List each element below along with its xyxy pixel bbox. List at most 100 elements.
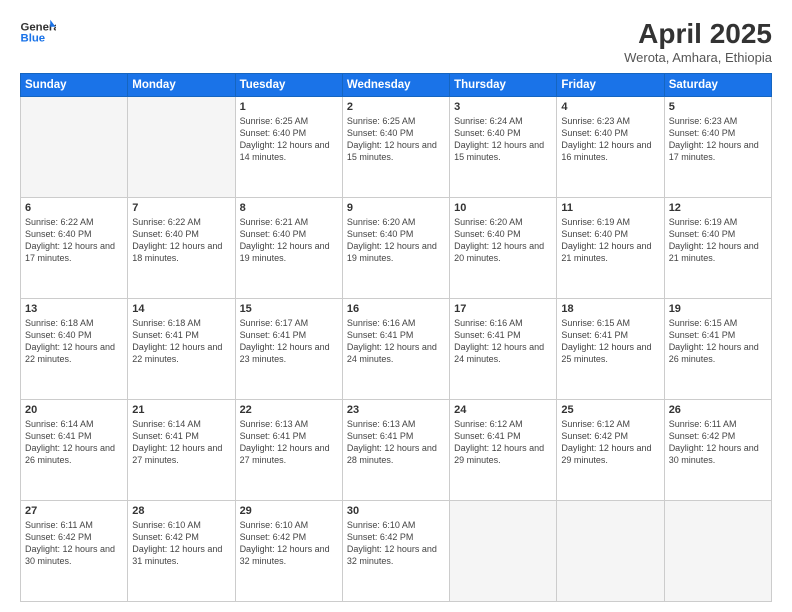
day-number: 24 xyxy=(454,404,552,416)
week-row-3: 20 Sunrise: 6:14 AMSunset: 6:41 PMDayligh… xyxy=(21,400,772,501)
cell-info: Sunrise: 6:20 AMSunset: 6:40 PMDaylight:… xyxy=(454,216,552,265)
cell-info: Sunrise: 6:16 AMSunset: 6:41 PMDaylight:… xyxy=(454,317,552,366)
calendar-cell: 29 Sunrise: 6:10 AMSunset: 6:42 PMDayligh… xyxy=(235,501,342,602)
cell-info: Sunrise: 6:18 AMSunset: 6:40 PMDaylight:… xyxy=(25,317,123,366)
day-number: 6 xyxy=(25,202,123,214)
cell-info: Sunrise: 6:13 AMSunset: 6:41 PMDaylight:… xyxy=(347,418,445,467)
cell-info: Sunrise: 6:10 AMSunset: 6:42 PMDaylight:… xyxy=(132,519,230,568)
day-number: 11 xyxy=(561,202,659,214)
day-number: 29 xyxy=(240,505,338,517)
svg-text:Blue: Blue xyxy=(21,33,46,45)
calendar-cell: 8 Sunrise: 6:21 AMSunset: 6:40 PMDaylight… xyxy=(235,198,342,299)
header: General Blue April 2025 Werota, Amhara, … xyxy=(20,18,772,65)
day-number: 22 xyxy=(240,404,338,416)
cell-info: Sunrise: 6:11 AMSunset: 6:42 PMDaylight:… xyxy=(25,519,123,568)
week-row-0: 1 Sunrise: 6:25 AMSunset: 6:40 PMDaylight… xyxy=(21,97,772,198)
calendar-cell: 21 Sunrise: 6:14 AMSunset: 6:41 PMDayligh… xyxy=(128,400,235,501)
day-number: 27 xyxy=(25,505,123,517)
calendar-cell: 19 Sunrise: 6:15 AMSunset: 6:41 PMDayligh… xyxy=(664,299,771,400)
day-header-row: SundayMondayTuesdayWednesdayThursdayFrid… xyxy=(21,74,772,97)
col-header-thursday: Thursday xyxy=(450,74,557,97)
page: General Blue April 2025 Werota, Amhara, … xyxy=(0,0,792,612)
day-number: 16 xyxy=(347,303,445,315)
month-title: April 2025 xyxy=(624,18,772,50)
calendar: SundayMondayTuesdayWednesdayThursdayFrid… xyxy=(20,73,772,602)
day-number: 19 xyxy=(669,303,767,315)
day-number: 4 xyxy=(561,101,659,113)
day-number: 20 xyxy=(25,404,123,416)
cell-info: Sunrise: 6:15 AMSunset: 6:41 PMDaylight:… xyxy=(669,317,767,366)
calendar-cell: 2 Sunrise: 6:25 AMSunset: 6:40 PMDaylight… xyxy=(342,97,449,198)
cell-info: Sunrise: 6:15 AMSunset: 6:41 PMDaylight:… xyxy=(561,317,659,366)
col-header-saturday: Saturday xyxy=(664,74,771,97)
day-number: 28 xyxy=(132,505,230,517)
day-number: 5 xyxy=(669,101,767,113)
cell-info: Sunrise: 6:16 AMSunset: 6:41 PMDaylight:… xyxy=(347,317,445,366)
day-number: 10 xyxy=(454,202,552,214)
calendar-cell: 17 Sunrise: 6:16 AMSunset: 6:41 PMDayligh… xyxy=(450,299,557,400)
calendar-cell: 22 Sunrise: 6:13 AMSunset: 6:41 PMDayligh… xyxy=(235,400,342,501)
week-row-2: 13 Sunrise: 6:18 AMSunset: 6:40 PMDayligh… xyxy=(21,299,772,400)
col-header-sunday: Sunday xyxy=(21,74,128,97)
calendar-cell: 1 Sunrise: 6:25 AMSunset: 6:40 PMDaylight… xyxy=(235,97,342,198)
calendar-cell: 24 Sunrise: 6:12 AMSunset: 6:41 PMDayligh… xyxy=(450,400,557,501)
col-header-friday: Friday xyxy=(557,74,664,97)
week-row-1: 6 Sunrise: 6:22 AMSunset: 6:40 PMDaylight… xyxy=(21,198,772,299)
day-number: 18 xyxy=(561,303,659,315)
cell-info: Sunrise: 6:22 AMSunset: 6:40 PMDaylight:… xyxy=(25,216,123,265)
calendar-cell: 4 Sunrise: 6:23 AMSunset: 6:40 PMDaylight… xyxy=(557,97,664,198)
calendar-cell: 18 Sunrise: 6:15 AMSunset: 6:41 PMDayligh… xyxy=(557,299,664,400)
cell-info: Sunrise: 6:19 AMSunset: 6:40 PMDaylight:… xyxy=(669,216,767,265)
cell-info: Sunrise: 6:10 AMSunset: 6:42 PMDaylight:… xyxy=(240,519,338,568)
cell-info: Sunrise: 6:10 AMSunset: 6:42 PMDaylight:… xyxy=(347,519,445,568)
calendar-cell: 30Sunrise: 6:10 AMSunset: 6:42 PMDayligh… xyxy=(342,501,449,602)
cell-info: Sunrise: 6:11 AMSunset: 6:42 PMDaylight:… xyxy=(669,418,767,467)
day-number: 3 xyxy=(454,101,552,113)
calendar-cell: 26Sunrise: 6:11 AMSunset: 6:42 PMDayligh… xyxy=(664,400,771,501)
calendar-cell: 20Sunrise: 6:14 AMSunset: 6:41 PMDayligh… xyxy=(21,400,128,501)
cell-info: Sunrise: 6:25 AMSunset: 6:40 PMDaylight:… xyxy=(240,115,338,164)
cell-info: Sunrise: 6:18 AMSunset: 6:41 PMDaylight:… xyxy=(132,317,230,366)
col-header-wednesday: Wednesday xyxy=(342,74,449,97)
calendar-cell: 5 Sunrise: 6:23 AMSunset: 6:40 PMDaylight… xyxy=(664,97,771,198)
day-number: 25 xyxy=(561,404,659,416)
cell-info: Sunrise: 6:23 AMSunset: 6:40 PMDaylight:… xyxy=(669,115,767,164)
location-subtitle: Werota, Amhara, Ethiopia xyxy=(624,50,772,65)
day-number: 15 xyxy=(240,303,338,315)
day-number: 23 xyxy=(347,404,445,416)
day-number: 8 xyxy=(240,202,338,214)
day-number: 21 xyxy=(132,404,230,416)
day-number: 9 xyxy=(347,202,445,214)
cell-info: Sunrise: 6:21 AMSunset: 6:40 PMDaylight:… xyxy=(240,216,338,265)
calendar-cell: 27 Sunrise: 6:11 AMSunset: 6:42 PMDayligh… xyxy=(21,501,128,602)
day-number: 17 xyxy=(454,303,552,315)
day-number: 13 xyxy=(25,303,123,315)
calendar-cell: 16 Sunrise: 6:16 AMSunset: 6:41 PMDayligh… xyxy=(342,299,449,400)
calendar-cell xyxy=(557,501,664,602)
day-number: 2 xyxy=(347,101,445,113)
cell-info: Sunrise: 6:17 AMSunset: 6:41 PMDaylight:… xyxy=(240,317,338,366)
cell-info: Sunrise: 6:25 AMSunset: 6:40 PMDaylight:… xyxy=(347,115,445,164)
cell-info: Sunrise: 6:12 AMSunset: 6:42 PMDaylight:… xyxy=(561,418,659,467)
calendar-cell: 14 Sunrise: 6:18 AMSunset: 6:41 PMDayligh… xyxy=(128,299,235,400)
cell-info: Sunrise: 6:22 AMSunset: 6:40 PMDaylight:… xyxy=(132,216,230,265)
cell-info: Sunrise: 6:23 AMSunset: 6:40 PMDaylight:… xyxy=(561,115,659,164)
week-row-4: 27 Sunrise: 6:11 AMSunset: 6:42 PMDayligh… xyxy=(21,501,772,602)
calendar-cell: 10 Sunrise: 6:20 AMSunset: 6:40 PMDayligh… xyxy=(450,198,557,299)
day-number: 12 xyxy=(669,202,767,214)
day-number: 1 xyxy=(240,101,338,113)
day-number: 7 xyxy=(132,202,230,214)
col-header-tuesday: Tuesday xyxy=(235,74,342,97)
calendar-cell: 9Sunrise: 6:20 AMSunset: 6:40 PMDaylight… xyxy=(342,198,449,299)
cell-info: Sunrise: 6:12 AMSunset: 6:41 PMDaylight:… xyxy=(454,418,552,467)
day-number: 14 xyxy=(132,303,230,315)
cell-info: Sunrise: 6:24 AMSunset: 6:40 PMDaylight:… xyxy=(454,115,552,164)
calendar-cell: 3 Sunrise: 6:24 AMSunset: 6:40 PMDaylight… xyxy=(450,97,557,198)
calendar-cell: 23 Sunrise: 6:13 AMSunset: 6:41 PMDayligh… xyxy=(342,400,449,501)
calendar-cell: 15 Sunrise: 6:17 AMSunset: 6:41 PMDayligh… xyxy=(235,299,342,400)
calendar-cell xyxy=(664,501,771,602)
cell-info: Sunrise: 6:14 AMSunset: 6:41 PMDaylight:… xyxy=(132,418,230,467)
calendar-cell xyxy=(128,97,235,198)
calendar-cell: 6 Sunrise: 6:22 AMSunset: 6:40 PMDaylight… xyxy=(21,198,128,299)
cell-info: Sunrise: 6:13 AMSunset: 6:41 PMDaylight:… xyxy=(240,418,338,467)
